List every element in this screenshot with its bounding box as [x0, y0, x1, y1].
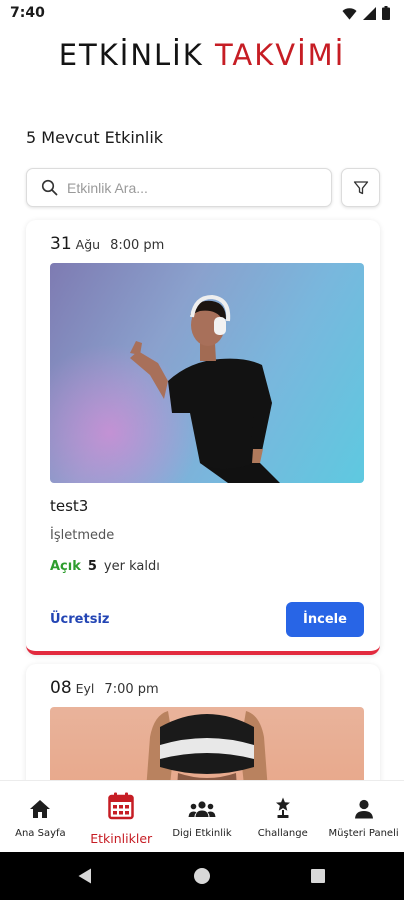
event-month: Ağu	[75, 237, 101, 252]
trophy-icon	[274, 797, 292, 821]
signal-icon	[363, 6, 376, 20]
title-part-1: ETKİNLİK	[58, 38, 204, 72]
event-date: 31 Ağu 8:00 pm	[50, 234, 164, 254]
filter-icon	[353, 180, 368, 194]
event-name: test3	[50, 497, 89, 515]
event-day: 31	[50, 234, 72, 254]
availability-row: Açık 5 yer kaldı	[50, 559, 160, 574]
nav-item-home[interactable]: Ana Sayfa	[0, 781, 81, 852]
status-time: 7:40	[10, 5, 45, 21]
home-button[interactable]	[194, 868, 210, 884]
event-time: 8:00 pm	[110, 238, 165, 253]
search-icon	[41, 179, 58, 196]
nav-label: Müşteri Paneli	[328, 828, 399, 839]
filter-button[interactable]	[341, 168, 380, 207]
status-bar: 7:40	[0, 0, 404, 26]
person-icon	[354, 797, 374, 821]
nav-label: Etkinlikler	[90, 831, 153, 846]
event-month: Eyl	[75, 681, 95, 696]
status-badge: Açık	[50, 559, 81, 574]
inspect-button[interactable]: İncele	[286, 602, 364, 637]
recents-button[interactable]	[311, 869, 325, 883]
nav-item-events[interactable]: Etkinlikler	[81, 781, 162, 852]
event-venue: İşletmede	[50, 528, 115, 543]
nav-label: Ana Sayfa	[15, 828, 66, 839]
event-image[interactable]	[50, 263, 364, 483]
nav-label: Digi Etkinlik	[172, 828, 232, 839]
event-card[interactable]: 31 Ağu 8:00 pm test3 İşletmede Açık 5 ye…	[26, 220, 380, 655]
battery-icon	[382, 6, 390, 20]
price-label: Ücretsiz	[50, 612, 110, 627]
nav-label: Challange	[257, 828, 308, 839]
person-with-headphones-photo	[130, 294, 280, 483]
search-bar[interactable]	[26, 168, 332, 207]
system-navigation-bar	[0, 852, 404, 900]
back-icon[interactable]	[78, 868, 92, 884]
event-count-label: 5 Mevcut Etkinlik	[26, 128, 164, 147]
title-part-2: TAKVİMİ	[214, 38, 346, 72]
status-icons	[342, 6, 390, 20]
page-title: ETKİNLİK TAKVİMİ	[0, 38, 404, 72]
calendar-icon	[108, 791, 134, 821]
nav-item-customer-panel[interactable]: Müşteri Paneli	[323, 781, 404, 852]
wifi-icon	[342, 7, 357, 20]
group-icon	[188, 797, 216, 821]
spots-count: 5	[87, 559, 97, 574]
event-time: 7:00 pm	[104, 682, 159, 697]
event-date: 08 Eyl 7:00 pm	[50, 678, 159, 698]
event-day: 08	[50, 678, 72, 698]
spots-label: yer kaldı	[103, 559, 160, 574]
home-icon	[29, 797, 51, 821]
nav-item-challenge[interactable]: Challange	[242, 781, 323, 852]
search-input[interactable]	[67, 177, 317, 199]
bottom-navigation: Ana Sayfa Etkinlikler Digi Etkinlik Chal…	[0, 780, 404, 852]
nav-item-digi-events[interactable]: Digi Etkinlik	[162, 781, 243, 852]
